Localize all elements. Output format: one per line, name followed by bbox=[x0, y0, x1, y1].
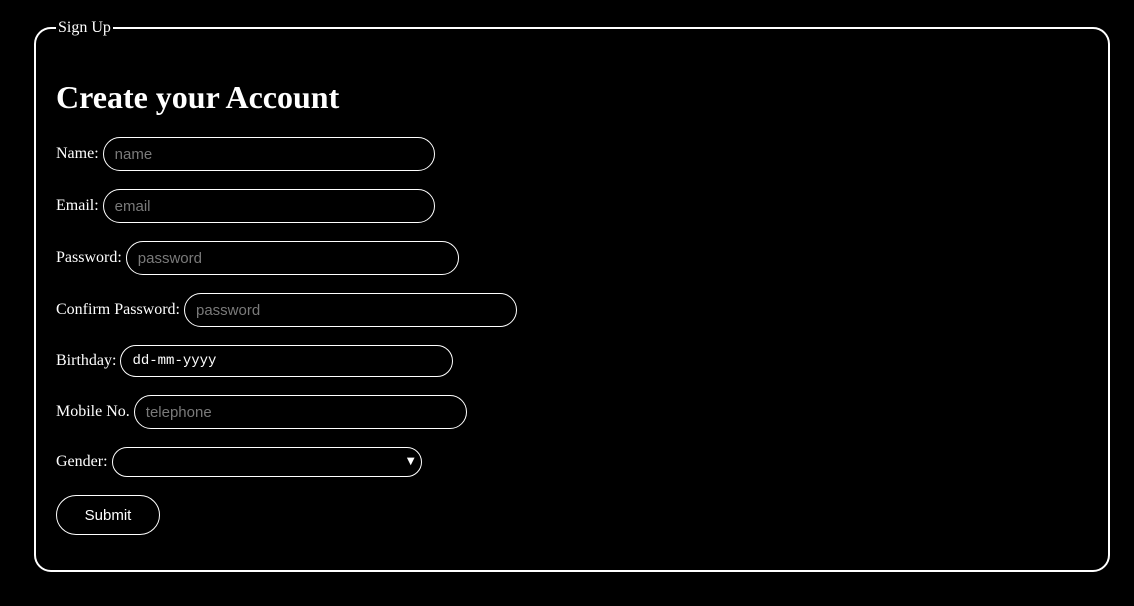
mobile-label: Mobile No. bbox=[56, 403, 130, 420]
birthday-row: Birthday: dd-mm-yyyy bbox=[56, 345, 454, 377]
confirm-password-label: Confirm Password: bbox=[56, 301, 180, 318]
email-label: Email: bbox=[56, 197, 99, 214]
name-input[interactable]: name bbox=[102, 137, 435, 171]
birthday-date-input[interactable]: dd-mm-yyyy bbox=[120, 345, 454, 377]
submit-button[interactable]: Submit bbox=[56, 495, 160, 535]
confirm-password-row: Confirm Password: password bbox=[56, 293, 517, 327]
confirm-password-input[interactable]: password bbox=[184, 293, 517, 327]
mobile-input[interactable]: telephone bbox=[133, 395, 467, 429]
gender-row: Gender: ▼ bbox=[56, 447, 422, 477]
mobile-row: Mobile No. telephone bbox=[56, 395, 467, 429]
triangle-down-icon: ▼ bbox=[406, 456, 415, 467]
password-input[interactable]: password bbox=[125, 241, 459, 275]
name-row: Name: name bbox=[56, 137, 435, 171]
gender-select[interactable]: ▼ bbox=[111, 447, 422, 477]
fieldset-legend: Sign Up bbox=[56, 18, 113, 38]
password-label: Password: bbox=[56, 249, 122, 266]
name-label: Name: bbox=[56, 145, 99, 162]
email-row: Email: email bbox=[56, 189, 435, 223]
birthday-label: Birthday: bbox=[56, 352, 117, 369]
gender-label: Gender: bbox=[56, 453, 108, 470]
email-input[interactable]: email bbox=[102, 189, 435, 223]
password-row: Password: password bbox=[56, 241, 459, 275]
page-title: Create your Account bbox=[56, 79, 340, 115]
